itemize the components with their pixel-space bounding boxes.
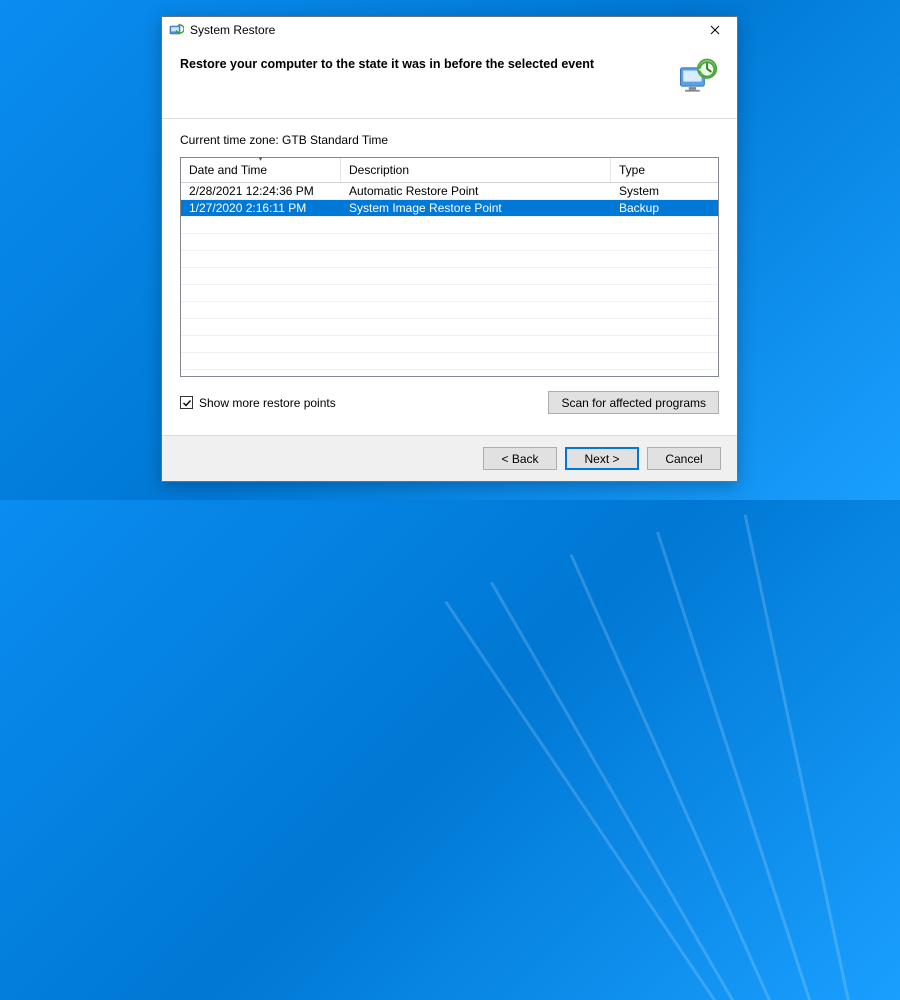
window-title: System Restore [190, 23, 275, 37]
wizard-header: Restore your computer to the state it wa… [162, 43, 737, 119]
table-row-empty [181, 285, 718, 302]
system-restore-icon [168, 22, 184, 38]
column-header-description[interactable]: Description [341, 158, 611, 182]
wizard-headline: Restore your computer to the state it wa… [180, 55, 594, 71]
cell-type: System [611, 183, 718, 199]
wizard-footer: < Back Next > Cancel [162, 435, 737, 481]
scan-affected-button[interactable]: Scan for affected programs [548, 391, 719, 414]
cancel-button[interactable]: Cancel [647, 447, 721, 470]
column-header-type[interactable]: Type [611, 158, 718, 182]
table-row-empty [181, 217, 718, 234]
column-header-datetime-label: Date and Time [189, 163, 267, 177]
table-row-empty [181, 336, 718, 353]
back-button[interactable]: < Back [483, 447, 557, 470]
checkbox-box [180, 396, 193, 409]
options-row: Show more restore points Scan for affect… [180, 391, 719, 414]
next-button[interactable]: Next > [565, 447, 639, 470]
table-body: 2/28/2021 12:24:36 PM Automatic Restore … [181, 183, 718, 376]
table-row[interactable]: 1/27/2020 2:16:11 PM System Image Restor… [181, 200, 718, 217]
table-row-empty [181, 319, 718, 336]
column-header-datetime[interactable]: ▾ Date and Time [181, 158, 341, 182]
timezone-label: Current time zone: GTB Standard Time [180, 133, 719, 147]
table-header: ▾ Date and Time Description Type [181, 158, 718, 183]
system-restore-window: System Restore Restore your computer to … [161, 16, 738, 482]
column-header-type-label: Type [619, 163, 645, 177]
sort-indicator-desc-icon: ▾ [259, 157, 263, 163]
close-button[interactable] [693, 17, 737, 43]
table-row-empty [181, 251, 718, 268]
show-more-label: Show more restore points [199, 396, 336, 410]
cell-datetime: 1/27/2020 2:16:11 PM [181, 200, 341, 216]
table-row[interactable]: 2/28/2021 12:24:36 PM Automatic Restore … [181, 183, 718, 200]
table-row-empty [181, 234, 718, 251]
restore-points-table: ▾ Date and Time Description Type 2/28/20… [180, 157, 719, 377]
table-row-empty [181, 268, 718, 285]
cell-datetime: 2/28/2021 12:24:36 PM [181, 183, 341, 199]
table-row-empty [181, 302, 718, 319]
cell-description: System Image Restore Point [341, 200, 611, 216]
column-header-description-label: Description [349, 163, 409, 177]
cell-type: Backup [611, 200, 718, 216]
titlebar: System Restore [162, 17, 737, 43]
wizard-content: Current time zone: GTB Standard Time ▾ D… [162, 119, 737, 435]
cell-description: Automatic Restore Point [341, 183, 611, 199]
table-row-empty [181, 353, 718, 370]
show-more-checkbox[interactable]: Show more restore points [180, 396, 336, 410]
restore-wizard-icon [675, 55, 719, 102]
